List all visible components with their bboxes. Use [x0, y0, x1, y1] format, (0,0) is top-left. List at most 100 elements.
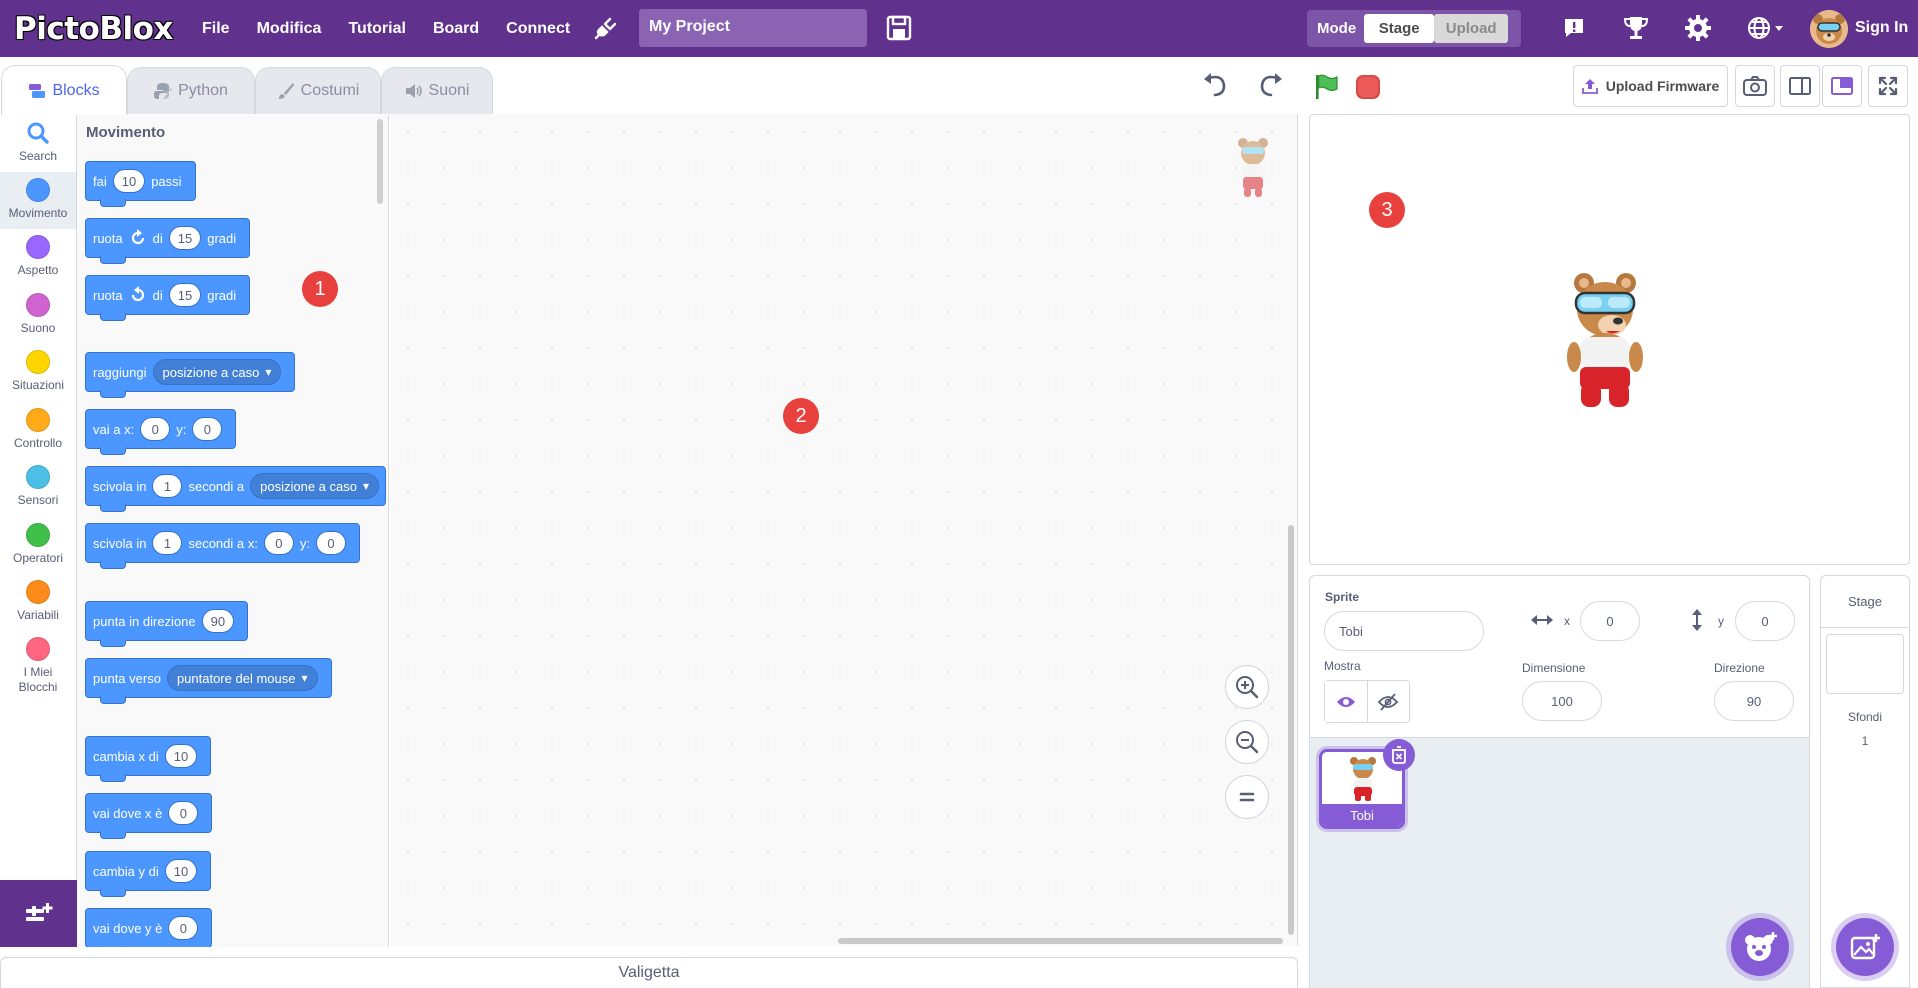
undo-icon[interactable]	[1200, 70, 1230, 105]
trophy-icon[interactable]	[1622, 14, 1650, 42]
category-my-blocks[interactable]: I Miei Blocchi	[0, 631, 76, 703]
category-search[interactable]: Search	[0, 115, 76, 172]
category-sound[interactable]: Suono	[0, 287, 76, 344]
zoom-out-button[interactable]	[1225, 720, 1269, 764]
small-stage-icon[interactable]	[1780, 65, 1820, 107]
delete-sprite-button[interactable]	[1383, 739, 1415, 771]
upload-firmware-button[interactable]: Upload Firmware	[1573, 65, 1728, 107]
menu-connect[interactable]: Connect	[506, 20, 570, 38]
menu-tutorial[interactable]: Tutorial	[348, 20, 405, 38]
green-flag-icon[interactable]	[1313, 73, 1341, 106]
menu-edit[interactable]: Modifica	[257, 20, 322, 38]
block-change-y[interactable]: cambia y di 10	[85, 851, 212, 897]
block-number-input[interactable]: 0	[168, 916, 199, 940]
palette-section-title: Movimento	[86, 124, 166, 141]
category-operators[interactable]: Operatori	[0, 517, 76, 574]
block-text: y:	[299, 535, 310, 551]
sprite-pane: Sprite Tobi x 0 y 0 Mostra Dimensione 10…	[1309, 575, 1810, 988]
block-point-in-direction[interactable]: punta in direzione 90	[85, 601, 249, 647]
block-dropdown[interactable]: posizione a caso	[152, 359, 282, 385]
plug-icon[interactable]	[590, 14, 620, 44]
block-point-towards[interactable]: punta verso puntatore del mouse	[85, 658, 332, 704]
zoom-in-button[interactable]	[1225, 665, 1269, 709]
feedback-icon[interactable]	[1560, 14, 1588, 42]
block-dropdown[interactable]: posizione a caso	[250, 473, 379, 499]
block-number-input[interactable]: 10	[112, 169, 146, 193]
block-number-input[interactable]: 0	[263, 531, 294, 555]
show-sprite-button[interactable]	[1325, 681, 1368, 722]
user-avatar[interactable]	[1810, 10, 1848, 48]
add-extension-button[interactable]	[0, 880, 77, 947]
block-number-input[interactable]: 0	[192, 417, 223, 441]
block-move-steps[interactable]: fai 10 passi	[85, 161, 196, 207]
tab-blocks[interactable]: Blocks	[1, 65, 127, 115]
block-glide-to[interactable]: scivola in 1 secondi a posizione a caso	[85, 466, 386, 512]
hide-sprite-button[interactable]	[1368, 681, 1410, 722]
sprite-name-input[interactable]: Tobi	[1324, 611, 1484, 651]
stop-icon[interactable]	[1356, 75, 1380, 99]
block-number-input[interactable]: 15	[168, 226, 202, 250]
block-number-input[interactable]: 90	[201, 609, 235, 633]
direction-input[interactable]: 90	[1714, 681, 1794, 721]
category-dot	[26, 178, 50, 202]
block-turn-right[interactable]: ruota di 15 gradi	[85, 218, 251, 264]
zoom-reset-button[interactable]	[1225, 775, 1269, 819]
block-set-x[interactable]: vai dove x è 0	[85, 793, 213, 839]
settings-gear-icon[interactable]	[1684, 14, 1712, 42]
tab-python[interactable]: Python	[127, 67, 255, 114]
palette-scrollbar[interactable]	[377, 119, 383, 204]
category-control[interactable]: Controllo	[0, 402, 76, 459]
size-input[interactable]: 100	[1522, 681, 1602, 721]
sign-in-link[interactable]: Sign In	[1855, 19, 1908, 37]
block-go-to-xy[interactable]: vai a x: 0 y: 0	[85, 409, 237, 455]
add-backdrop-button[interactable]	[1836, 918, 1894, 976]
redo-icon[interactable]	[1256, 70, 1286, 105]
script-workspace[interactable]	[390, 114, 1298, 946]
mode-upload-button[interactable]: Upload	[1434, 14, 1509, 43]
workspace-vertical-scrollbar[interactable]	[1288, 525, 1294, 935]
block-number-input[interactable]: 0	[315, 531, 346, 555]
block-number-input[interactable]: 10	[164, 859, 198, 883]
project-title-input[interactable]: My Project	[639, 9, 867, 47]
fullscreen-icon[interactable]	[1868, 65, 1908, 107]
block-number-input[interactable]: 10	[164, 744, 198, 768]
category-variables[interactable]: Variabili	[0, 574, 76, 631]
menu-board[interactable]: Board	[433, 20, 479, 38]
menu-file[interactable]: File	[202, 20, 230, 38]
category-events[interactable]: Situazioni	[0, 344, 76, 401]
rotate-clockwise-icon	[129, 229, 147, 247]
block-glide-to-xy[interactable]: scivola in 1 secondi a x: 0 y: 0	[85, 523, 360, 569]
category-sensing-label: Sensori	[17, 493, 59, 507]
stage-thumbnail[interactable]	[1826, 634, 1904, 694]
pictoblox-logo[interactable]: PictoBlox	[14, 11, 180, 47]
y-position-input[interactable]: 0	[1735, 601, 1795, 641]
block-text: gradi	[207, 230, 237, 246]
block-number-input[interactable]: 1	[152, 474, 183, 498]
block-number-input[interactable]: 1	[152, 531, 183, 555]
language-globe-icon[interactable]	[1746, 14, 1786, 42]
block-number-input[interactable]: 15	[168, 283, 202, 307]
block-number-input[interactable]: 0	[140, 417, 171, 441]
block-change-x[interactable]: cambia x di 10	[85, 736, 212, 782]
backpack-bar[interactable]: Valigetta	[0, 957, 1298, 988]
block-text: ruota	[93, 287, 123, 303]
category-sensing[interactable]: Sensori	[0, 459, 76, 516]
save-icon[interactable]	[886, 15, 912, 41]
tab-costumes[interactable]: Costumi	[255, 67, 381, 114]
block-dropdown[interactable]: puntatore del mouse	[166, 665, 318, 691]
block-go-to[interactable]: raggiungi posizione a caso	[85, 352, 296, 398]
mode-stage-button[interactable]: Stage	[1364, 14, 1435, 43]
category-motion[interactable]: Movimento	[0, 172, 76, 229]
tobi-sprite-on-stage[interactable]	[1560, 265, 1650, 415]
add-sprite-button[interactable]	[1731, 918, 1789, 976]
block-number-input[interactable]: 0	[168, 801, 199, 825]
block-turn-left[interactable]: ruota di 15 gradi	[85, 275, 251, 321]
block-set-y[interactable]: vai dove y è 0	[85, 908, 213, 947]
x-position-input[interactable]: 0	[1580, 601, 1640, 641]
tab-sounds[interactable]: Suoni	[381, 67, 493, 114]
large-stage-icon[interactable]	[1822, 65, 1862, 107]
category-looks[interactable]: Aspetto	[0, 229, 76, 286]
y-position-arrow-icon	[1690, 608, 1704, 632]
screenshot-camera-icon[interactable]	[1735, 65, 1775, 107]
workspace-horizontal-scrollbar[interactable]	[838, 938, 1283, 944]
